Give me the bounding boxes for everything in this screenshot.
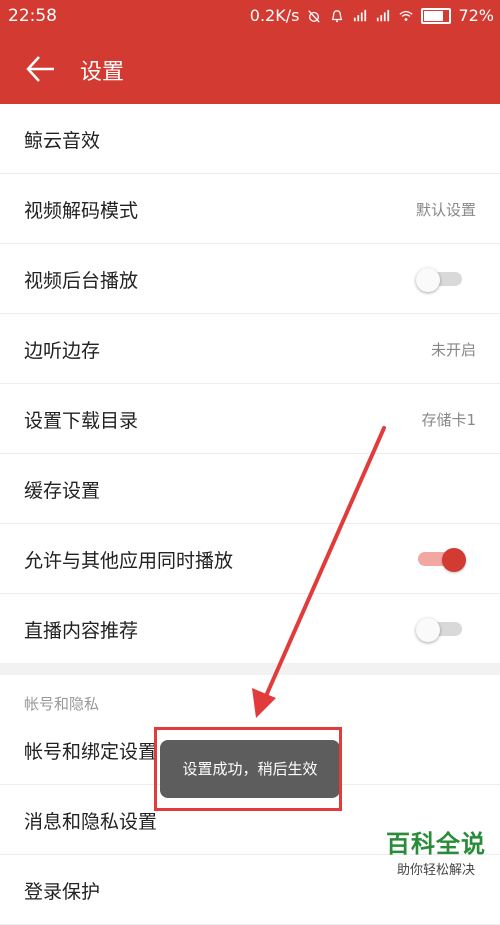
watermark-title: 百科全说 <box>386 830 486 858</box>
annotation-highlight-box <box>154 727 342 811</box>
watermark-subtitle: 助你轻松解决 <box>396 863 475 878</box>
watermark-logo: 百科全说 助你轻松解决 <box>386 824 486 878</box>
